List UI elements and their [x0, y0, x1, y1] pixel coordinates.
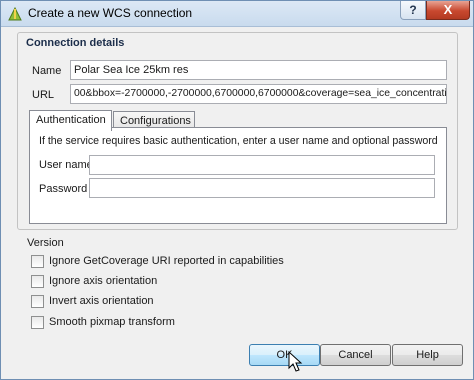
- checkbox[interactable]: [31, 275, 44, 288]
- checkbox-label: Smooth pixmap transform: [49, 316, 175, 328]
- checkbox[interactable]: [31, 295, 44, 308]
- checkbox[interactable]: [31, 255, 44, 268]
- title-help-button[interactable]: ?: [400, 1, 426, 20]
- dialog-window: Create a new WCS connection ? X Connecti…: [0, 0, 474, 380]
- window-title: Create a new WCS connection: [28, 6, 193, 20]
- cancel-button[interactable]: Cancel: [320, 344, 391, 366]
- ok-button[interactable]: OK: [249, 344, 320, 366]
- url-label: URL: [32, 89, 55, 101]
- url-field[interactable]: 00&bbox=-2700000,-2700000,6700000,670000…: [70, 84, 447, 104]
- mouse-pointer-icon: [288, 351, 303, 372]
- qgis-app-icon: [8, 6, 22, 21]
- password-label: Password: [39, 183, 88, 195]
- username-field[interactable]: [89, 155, 435, 175]
- checkbox-label: Invert axis orientation: [49, 295, 154, 307]
- checkbox-label: Ignore GetCoverage URI reported in capab…: [49, 255, 284, 267]
- name-field[interactable]: Polar Sea Ice 25km res: [70, 60, 447, 80]
- username-label: User name: [39, 159, 93, 171]
- connection-details-group: Connection details Name Polar Sea Ice 25…: [17, 32, 458, 230]
- help-button[interactable]: Help: [392, 344, 463, 366]
- auth-info-text: If the service requires basic authentica…: [39, 135, 438, 147]
- title-close-button[interactable]: X: [426, 1, 470, 20]
- version-label: Version: [27, 237, 64, 249]
- checkbox[interactable]: [31, 316, 44, 329]
- tab-authentication[interactable]: Authentication: [29, 110, 112, 131]
- password-field[interactable]: [89, 178, 435, 198]
- group-title: Connection details: [26, 37, 125, 49]
- title-bar: Create a new WCS connection ? X: [1, 1, 473, 27]
- name-label: Name: [32, 65, 62, 77]
- checkbox-label: Ignore axis orientation: [49, 275, 158, 287]
- authentication-panel: If the service requires basic authentica…: [29, 127, 447, 224]
